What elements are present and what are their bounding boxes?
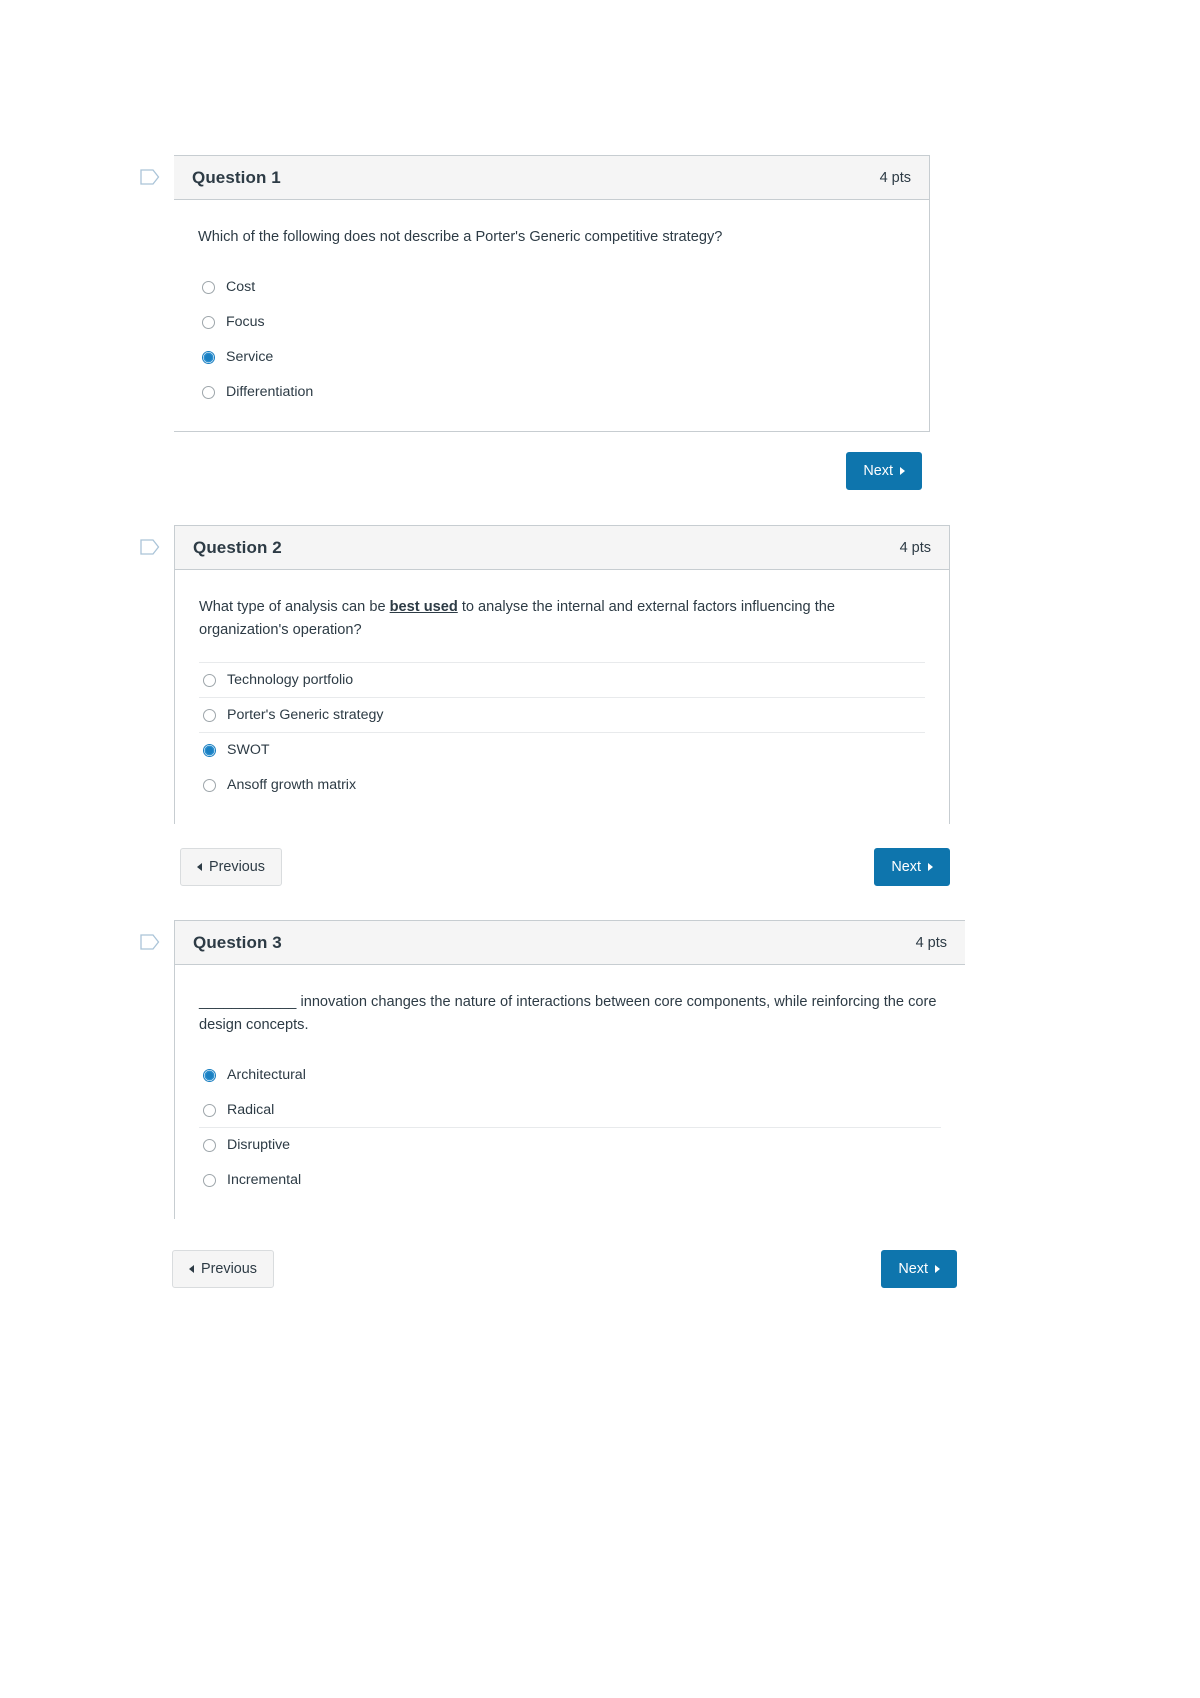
radio-icon[interactable] [202, 315, 215, 329]
next-button[interactable]: Next [846, 452, 922, 491]
question-header-3: Question 3 4 pts [175, 921, 965, 965]
answer-label: Service [226, 349, 274, 366]
previous-button-label: Previous [209, 859, 265, 875]
answer-label: SWOT [227, 742, 270, 759]
answer-option[interactable]: Radical [199, 1092, 941, 1127]
question-title: Question 1 [192, 167, 281, 187]
answer-label: Technology portfolio [227, 672, 354, 689]
radio-icon[interactable] [203, 1173, 216, 1187]
answer-option[interactable]: SWOT [199, 732, 925, 767]
question-1-nav: Next [846, 452, 922, 491]
radio-icon-selected[interactable] [202, 350, 215, 364]
answer-option[interactable]: Focus [198, 304, 905, 339]
arrow-right-icon [935, 1265, 940, 1274]
prompt-blank: ____________ [199, 994, 297, 1010]
next-button-label: Next [863, 463, 893, 479]
question-block-2: Question 2 4 pts What type of analysis c… [140, 525, 950, 825]
answer-option[interactable]: Porter's Generic strategy [199, 697, 925, 732]
question-block-1: Question 1 4 pts Which of the following … [140, 155, 930, 433]
question-2-nav: Previous Next [180, 848, 950, 887]
answer-option[interactable]: Ansoff growth matrix [199, 767, 925, 802]
answer-label: Incremental [227, 1172, 302, 1189]
question-title: Question 2 [193, 537, 282, 557]
arrow-right-icon [900, 467, 905, 476]
question-body-3: ____________ innovation changes the natu… [175, 965, 965, 1219]
radio-icon-selected[interactable] [203, 1068, 216, 1082]
flag-outline-icon[interactable] [140, 169, 160, 190]
arrow-right-icon [928, 863, 933, 872]
question-points: 4 pts [879, 169, 911, 186]
answer-list-3: Architectural Radical Disruptive Increme… [199, 1057, 941, 1197]
answer-option[interactable]: Architectural [199, 1057, 941, 1092]
radio-icon[interactable] [202, 280, 215, 294]
radio-icon[interactable] [203, 1138, 216, 1152]
flag-wrap-2 [140, 525, 174, 560]
next-button[interactable]: Next [881, 1250, 957, 1289]
answer-label: Ansoff growth matrix [227, 777, 357, 794]
radio-icon[interactable] [203, 673, 216, 687]
next-button-label: Next [898, 1261, 928, 1277]
arrow-left-icon [189, 1265, 194, 1274]
question-header-2: Question 2 4 pts [175, 526, 949, 570]
answer-option[interactable]: Differentiation [198, 374, 905, 409]
flag-wrap-3 [140, 920, 174, 955]
answer-label: Architectural [227, 1067, 306, 1084]
answer-option[interactable]: Service [198, 339, 905, 374]
answer-label: Disruptive [227, 1137, 291, 1154]
answer-label: Differentiation [226, 384, 314, 401]
answer-option[interactable]: Technology portfolio [199, 662, 925, 697]
question-prompt: ____________ innovation changes the natu… [199, 991, 941, 1037]
radio-icon-selected[interactable] [203, 743, 216, 757]
radio-icon[interactable] [203, 778, 216, 792]
question-card-2: Question 2 4 pts What type of analysis c… [174, 525, 950, 825]
prompt-text-part-1: What type of analysis can be [199, 599, 390, 615]
answer-list-2: Technology portfolio Porter's Generic st… [199, 662, 925, 802]
question-prompt: What type of analysis can be best used t… [199, 596, 925, 642]
question-block-3: Question 3 4 pts ____________ innovation… [140, 920, 965, 1220]
answer-option[interactable]: Cost [198, 269, 905, 304]
question-card-3: Question 3 4 pts ____________ innovation… [174, 920, 965, 1220]
arrow-left-icon [197, 863, 202, 872]
radio-icon[interactable] [203, 1103, 216, 1117]
question-points: 4 pts [899, 539, 931, 556]
question-points: 4 pts [915, 934, 947, 951]
question-body-2: What type of analysis can be best used t… [175, 570, 949, 824]
answer-option[interactable]: Disruptive [199, 1127, 941, 1162]
answer-option[interactable]: Incremental [199, 1162, 941, 1197]
question-card-1: Question 1 4 pts Which of the following … [174, 155, 930, 433]
question-header-1: Question 1 4 pts [174, 156, 929, 200]
question-prompt: Which of the following does not describe… [198, 229, 723, 245]
radio-icon[interactable] [203, 708, 216, 722]
answer-label: Radical [227, 1102, 275, 1119]
question-body-1: Which of the following does not describe… [174, 200, 929, 431]
flag-outline-icon[interactable] [140, 539, 160, 560]
question-title: Question 3 [193, 932, 282, 952]
radio-icon[interactable] [202, 385, 215, 399]
quiz-page: Question 1 4 pts Which of the following … [0, 0, 1200, 1698]
answer-label: Porter's Generic strategy [227, 707, 384, 724]
next-button[interactable]: Next [874, 848, 950, 887]
previous-button[interactable]: Previous [180, 848, 282, 887]
answer-list-1: Cost Focus Service Differentiation [198, 269, 905, 409]
prompt-emphasis: best used [389, 599, 458, 615]
answer-label: Focus [226, 314, 265, 331]
next-button-label: Next [891, 859, 921, 875]
prompt-rest: innovation changes the nature of interac… [199, 994, 937, 1034]
previous-button[interactable]: Previous [172, 1250, 274, 1289]
flag-wrap-1 [140, 155, 174, 190]
previous-button-label: Previous [201, 1261, 257, 1277]
answer-label: Cost [226, 279, 256, 296]
question-3-nav: Previous Next [172, 1250, 957, 1289]
flag-outline-icon[interactable] [140, 934, 160, 955]
